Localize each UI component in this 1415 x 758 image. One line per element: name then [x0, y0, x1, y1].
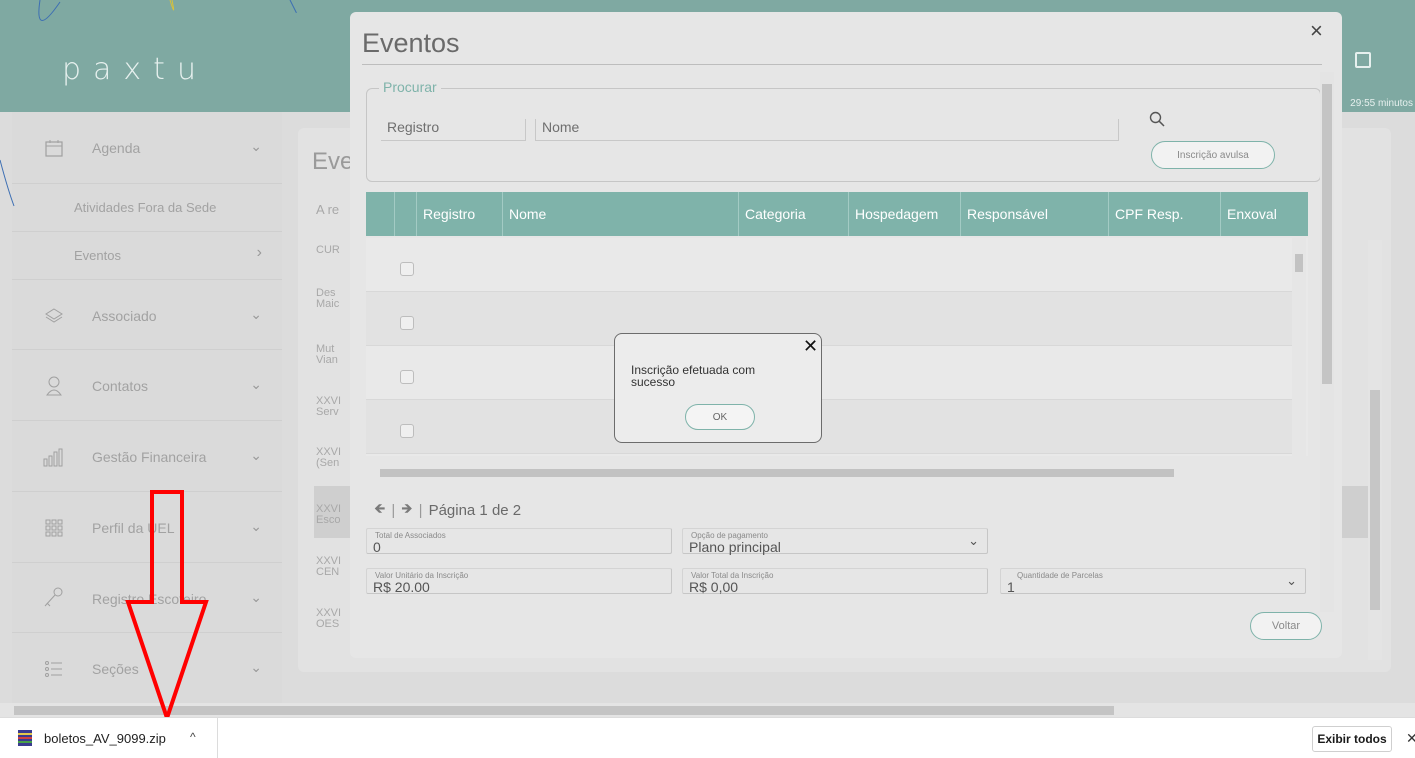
layers-icon [42, 304, 66, 328]
eventos-modal: Eventos × Procurar Registro Nome Inscriç… [350, 12, 1342, 658]
background-scrollbar[interactable] [1368, 240, 1382, 660]
table-header-select [394, 192, 416, 236]
table-horizontal-scrollbar[interactable] [366, 466, 1294, 480]
inscricao-avulsa-button[interactable]: Inscrição avulsa [1151, 141, 1275, 169]
chevron-right-icon: › [256, 244, 262, 261]
table-row[interactable] [366, 292, 1292, 346]
chevron-down-icon: ⌄ [250, 447, 262, 463]
total-associados-field[interactable]: Total de Associados 0 [366, 528, 672, 555]
success-alert: ✕ Inscrição efetuada com sucesso OK [614, 333, 822, 443]
row-checkbox[interactable] [400, 262, 414, 276]
download-bar: boletos_AV_9099.zip ^ Exibir todos ✕ [0, 717, 1415, 758]
decorative-lines [0, 0, 297, 207]
chevron-down-icon: ⌄ [968, 533, 979, 548]
sidebar-item-associado[interactable]: Associado ⌄ [12, 280, 282, 350]
table-header: Registro Nome Categoria Hospedagem Respo… [366, 192, 1308, 236]
table-row[interactable] [366, 400, 1292, 454]
field-label: Quantidade de Parcelas [1017, 571, 1103, 580]
table-header-spacer [366, 192, 394, 236]
field-value: 1 [1007, 579, 1015, 595]
grid-icon [42, 516, 66, 540]
next-page-arrow-icon[interactable]: 🡺 [401, 498, 412, 522]
sidebar-item-label: Eventos [74, 248, 121, 263]
column-header-nome[interactable]: Nome [502, 192, 738, 236]
sidebar-item-label: Gestão Financeira [92, 449, 207, 465]
user-icon [42, 374, 66, 398]
logout-icon[interactable] [1355, 52, 1371, 68]
alert-close-button[interactable]: ✕ [803, 336, 818, 357]
sidebar-item-eventos[interactable]: Eventos › [12, 232, 282, 280]
session-timer: 29:55 minutos [1350, 98, 1413, 109]
row-checkbox[interactable] [400, 370, 414, 384]
table-row[interactable] [366, 346, 1292, 400]
nome-input[interactable]: Nome [535, 119, 1119, 141]
modal-vertical-scrollbar[interactable] [1320, 72, 1334, 612]
chevron-down-icon: ⌄ [250, 659, 262, 675]
nome-placeholder: Nome [542, 119, 580, 135]
field-value: R$ 20.00 [373, 579, 430, 595]
modal-title: Eventos [362, 28, 460, 58]
valor-total-field: Valor Total da Inscrição R$ 0,00 [682, 568, 988, 595]
search-fieldset: Procurar Registro Nome Inscrição avulsa [366, 79, 1321, 182]
search-icon[interactable] [1149, 111, 1165, 127]
download-file-name: boletos_AV_9099.zip [44, 731, 166, 746]
field-value: 0 [373, 539, 381, 555]
column-header-cpf-resp[interactable]: CPF Resp. [1108, 192, 1220, 236]
page-horizontal-scrollbar[interactable] [0, 703, 1415, 717]
chevron-down-icon: ⌄ [250, 518, 262, 534]
table-vertical-scrollbar[interactable] [1292, 238, 1306, 462]
table-row[interactable] [366, 238, 1292, 292]
chevron-down-icon: ⌄ [1286, 573, 1297, 588]
list-icon [42, 657, 66, 681]
pager-separator: | [391, 501, 396, 519]
chevron-down-icon: ⌄ [250, 306, 262, 322]
alert-message: Inscrição efetuada com sucesso [631, 363, 756, 389]
divider [362, 64, 1322, 65]
show-all-downloads-button[interactable]: Exibir todos [1312, 726, 1392, 752]
table-body [366, 238, 1308, 456]
prev-page-arrow-icon[interactable]: 🡸 [374, 498, 385, 522]
ok-button[interactable]: OK [685, 404, 755, 430]
field-value: Plano principal [689, 539, 781, 555]
opcao-pagamento-select[interactable]: Opção de pagamento Plano principal ⌄ [682, 528, 988, 555]
registro-placeholder: Registro [387, 119, 440, 135]
column-header-registro[interactable]: Registro [416, 192, 502, 236]
sidebar-item-contatos[interactable]: Contatos ⌄ [12, 350, 282, 421]
page-indicator: Página 1 de 2 [428, 501, 522, 519]
download-item[interactable]: boletos_AV_9099.zip ^ [0, 718, 218, 758]
chevron-down-icon: ⌄ [250, 589, 262, 605]
row-checkbox[interactable] [400, 424, 414, 438]
key-icon [42, 585, 66, 609]
pager-separator: | [418, 501, 423, 519]
quantidade-parcelas-select[interactable]: Quantidade de Parcelas 1 ⌄ [1000, 568, 1306, 595]
column-header-responsavel[interactable]: Responsável [960, 192, 1108, 236]
voltar-button[interactable]: Voltar [1250, 612, 1322, 640]
field-value: R$ 0,00 [689, 579, 739, 595]
field-label: Total de Associados [375, 531, 446, 540]
column-header-categoria[interactable]: Categoria [738, 192, 848, 236]
close-download-bar-icon[interactable]: ✕ [1406, 730, 1415, 747]
registro-input[interactable]: Registro [381, 119, 526, 141]
bar-chart-icon [42, 445, 66, 469]
search-legend: Procurar [379, 79, 441, 95]
chevron-up-icon[interactable]: ^ [190, 730, 196, 744]
sidebar-item-label: Contatos [92, 378, 149, 394]
chevron-down-icon: ⌄ [250, 376, 262, 392]
red-annotation-arrow [125, 490, 209, 722]
zip-file-icon [18, 730, 32, 746]
valor-unitario-field[interactable]: Valor Unitário da Inscrição R$ 20.00 [366, 568, 672, 595]
pagination: 🡸 | 🡺 | Página 1 de 2 [374, 498, 521, 522]
sidebar-item-gestao-financeira[interactable]: Gestão Financeira ⌄ [12, 421, 282, 492]
column-header-hospedagem[interactable]: Hospedagem [848, 192, 960, 236]
column-header-enxoval[interactable]: Enxoval [1220, 192, 1308, 236]
row-checkbox[interactable] [400, 316, 414, 330]
modal-close-button[interactable]: × [1310, 18, 1323, 44]
sidebar-item-label: Associado [92, 308, 157, 324]
